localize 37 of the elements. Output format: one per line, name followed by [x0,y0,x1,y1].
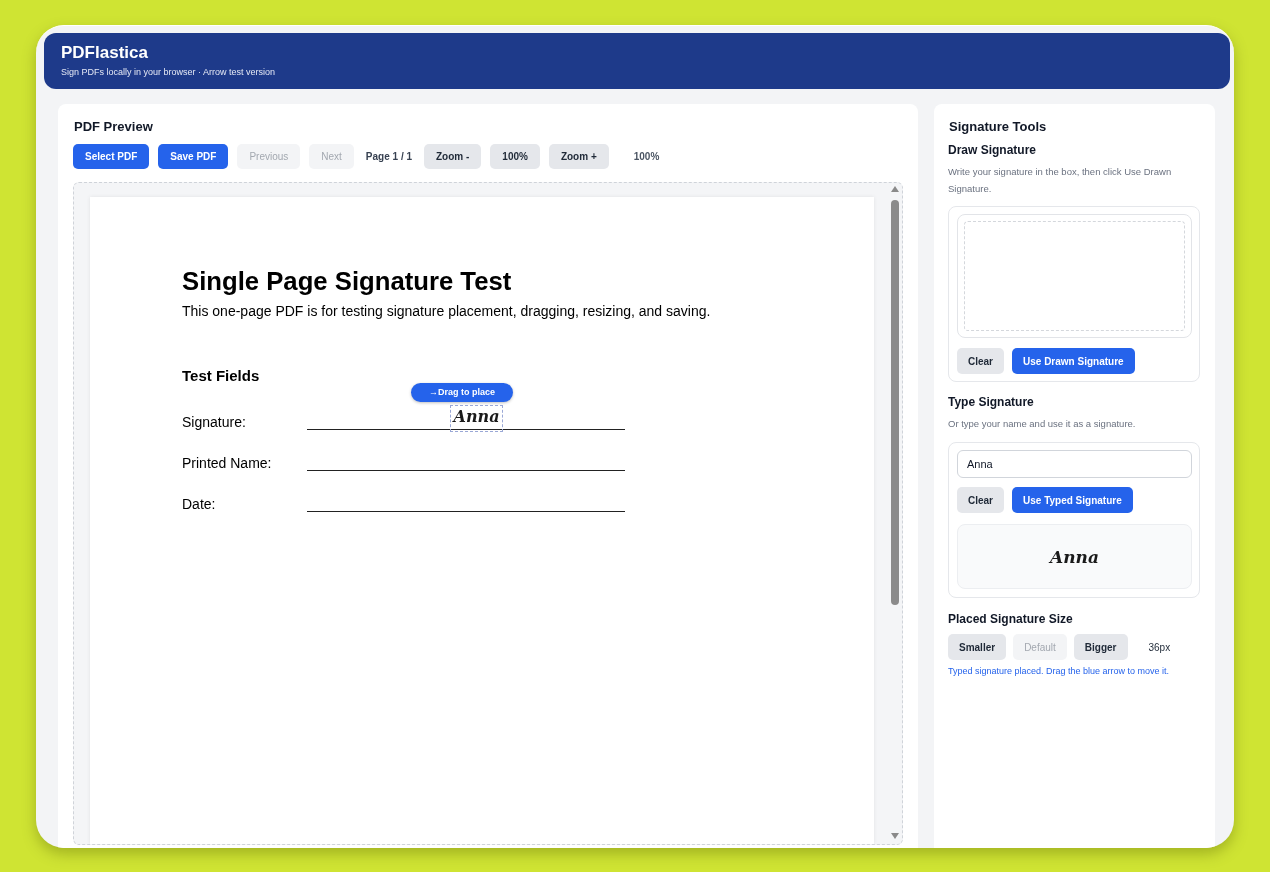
document-title: Single Page Signature Test [182,266,513,296]
name-input[interactable]: Anna [957,450,1192,478]
use-drawn-signature-button[interactable]: Use Drawn Signature [1012,348,1135,374]
use-typed-signature-button[interactable]: Use Typed Signature [1012,487,1133,513]
placed-signature[interactable]: Anna [450,405,503,432]
bigger-button[interactable]: Bigger [1073,634,1128,660]
field-label: Printed Name: [182,455,273,471]
zoom-level: 100% [632,151,661,162]
smaller-button[interactable]: Smaller [948,634,1007,660]
status-message: Typed signature placed. Drag the blue arrow to move it. [948,665,1171,677]
zoom-out-button[interactable]: Zoom - [424,144,482,169]
page-indicator: Page 1 / 1 [364,151,413,162]
hint-text: Write your signature in the box, then click Use Drawn Signature. [948,165,1173,196]
section-heading: Draw Signature [948,142,1038,158]
scrollbar-thumb[interactable] [890,200,899,605]
zoom-in-button[interactable]: Zoom + [548,144,609,169]
hint-text: Or type your name and use it as a signature. [948,417,1137,431]
clear-button[interactable]: Clear [957,487,1004,513]
app-subtitle: Sign PDFs locally in your browser · Arrow test version [61,66,277,78]
panel-title: PDF Preview [73,119,154,135]
size-value: 36px [1148,641,1171,653]
section-heading: Placed Signature Size [948,611,1074,627]
scroll-up-icon[interactable] [890,186,899,192]
signature-preview: Anna [957,524,1192,589]
field-label: Date: [182,496,217,512]
clear-button[interactable]: Clear [957,348,1004,374]
select-pdf-button[interactable]: Select PDF [73,144,150,169]
zoom-reset-button[interactable]: 100% [490,144,540,169]
panel-title: Signature Tools [948,119,1048,135]
scroll-down-icon[interactable] [890,833,899,839]
section-heading: Type Signature [948,394,1035,410]
app-title: PDFlastica [61,43,149,63]
section-heading: Test Fields [182,367,261,385]
drag-handle[interactable]: →Drag to place [411,383,513,402]
document-paragraph: This one-page PDF is for testing signature placement, dragging, resizing, and saving. [182,302,712,320]
save-pdf-button[interactable]: Save PDF [158,144,229,169]
field-label: Signature: [182,414,247,430]
